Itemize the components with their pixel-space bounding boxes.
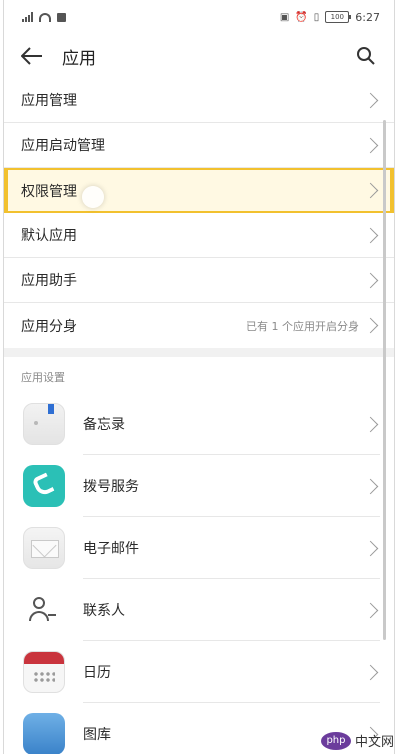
chevron-right-icon [362, 137, 379, 153]
app-item-dialer[interactable]: 拨号服务 [4, 455, 394, 517]
chevron-right-icon [362, 540, 379, 556]
status-right: ▣ ⏰ ▯ 100 6:27 [280, 11, 380, 24]
phone-icon [23, 465, 65, 507]
chevron-right-icon [362, 272, 379, 288]
scrollbar[interactable] [383, 120, 386, 640]
menu-item-label: 应用管理 [21, 93, 77, 109]
screen-frame: ▣ ⏰ ▯ 100 6:27 应用 应用管理 应用启动管理 权限管理 默认应用 … [3, 0, 395, 754]
status-bar: ▣ ⏰ ▯ 100 6:27 [4, 0, 394, 34]
wifi-icon [39, 12, 51, 22]
app-header: 应用 [4, 34, 394, 78]
app-item-calendar[interactable]: 日历 [4, 641, 394, 703]
watermark: php 中文网 [320, 731, 394, 750]
app-item-label: 日历 [83, 665, 111, 681]
menu-item-label: 应用助手 [21, 273, 77, 289]
chevron-right-icon [362, 317, 379, 334]
touch-indicator [82, 186, 104, 208]
alarm-icon: ⏰ [295, 11, 308, 23]
section-title: 应用设置 [21, 371, 65, 384]
app-item-label: 电子邮件 [83, 541, 139, 557]
battery-icon: 100 [325, 11, 352, 23]
menu-item-permission-management[interactable]: 权限管理 [4, 168, 394, 213]
chevron-right-icon [362, 478, 379, 494]
status-time: 6:27 [355, 10, 380, 24]
chevron-right-icon [362, 664, 379, 680]
app-item-contacts[interactable]: 联系人 [4, 579, 394, 641]
menu-item-default-apps[interactable]: 默认应用 [4, 213, 394, 258]
app-item-email[interactable]: 电子邮件 [4, 517, 394, 579]
menu-item-app-assistant[interactable]: 应用助手 [4, 258, 394, 303]
email-icon [23, 527, 65, 569]
chevron-right-icon [362, 182, 379, 199]
menu-item-label: 应用启动管理 [21, 138, 105, 154]
page-title: 应用 [62, 48, 96, 69]
section-divider [4, 348, 394, 357]
chevron-right-icon [362, 92, 379, 108]
app-item-memo[interactable]: 备忘录 [4, 393, 394, 455]
nfc-icon: ▣ [279, 11, 290, 23]
watermark-text: 中文网 [354, 735, 394, 750]
memo-icon [23, 403, 65, 445]
calendar-icon [23, 651, 65, 693]
chevron-right-icon [362, 602, 379, 618]
search-button[interactable] [352, 42, 380, 70]
signal-icon [22, 12, 33, 22]
chevron-right-icon [362, 227, 379, 243]
watermark-badge: php [320, 731, 351, 750]
vibrate-icon: ▯ [313, 11, 320, 23]
gallery-icon [23, 713, 65, 754]
menu-item-app-management[interactable]: 应用管理 [4, 78, 394, 123]
battery-level: 100 [330, 13, 344, 21]
app-item-label: 拨号服务 [83, 479, 139, 495]
back-button[interactable] [18, 42, 46, 70]
menu-item-subtext: 已有 1 个应用开启分身 [246, 319, 359, 333]
menu-item-label: 默认应用 [21, 228, 77, 244]
chevron-right-icon [362, 416, 379, 432]
back-arrow-icon [21, 47, 42, 65]
search-icon [357, 47, 375, 65]
app-item-label: 联系人 [83, 603, 125, 619]
menu-item-startup-management[interactable]: 应用启动管理 [4, 123, 394, 168]
menu-item-label: 应用分身 [21, 318, 77, 335]
status-left [22, 12, 66, 22]
menu-item-label: 权限管理 [21, 183, 77, 200]
menu-item-app-twin[interactable]: 应用分身 已有 1 个应用开启分身 [4, 303, 394, 348]
app-item-label: 备忘录 [83, 417, 125, 433]
contacts-icon [23, 589, 65, 631]
settings-menu: 应用管理 应用启动管理 权限管理 默认应用 应用助手 应用分身 已有 1 个应用… [4, 78, 394, 348]
notification-icon [57, 12, 66, 22]
